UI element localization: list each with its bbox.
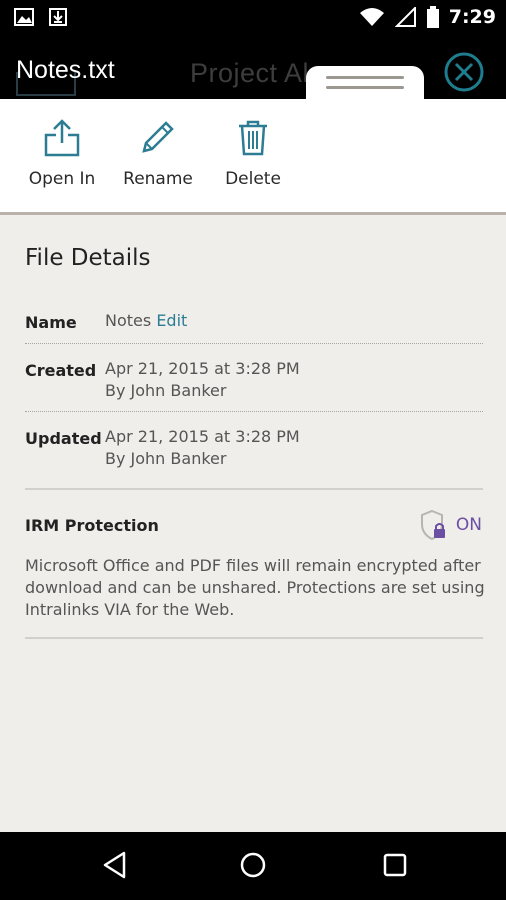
- updated-date: Apr 21, 2015 at 3:28 PM: [105, 427, 300, 446]
- file-title: Notes.txt: [16, 56, 115, 84]
- divider: [25, 411, 483, 412]
- navigation-bar: [0, 832, 506, 900]
- pencil-icon: [142, 121, 174, 153]
- created-by: By John Banker: [105, 381, 227, 400]
- divider: [25, 343, 483, 344]
- name-value: Notes: [105, 311, 152, 330]
- download-icon: [49, 8, 67, 26]
- battery-icon: [426, 6, 439, 28]
- signal-icon: [394, 7, 416, 27]
- background-title: Project Al: [190, 58, 310, 88]
- header: Project Al Notes.txt: [0, 36, 506, 100]
- irm-state-text: ON: [455, 515, 482, 535]
- handle-line: [326, 86, 404, 89]
- section-title: File Details: [25, 245, 151, 271]
- updated-value: Apr 21, 2015 at 3:28 PM By John Banker: [105, 426, 300, 470]
- share-upload-icon: [44, 119, 80, 157]
- created-date: Apr 21, 2015 at 3:28 PM: [105, 359, 300, 378]
- irm-label: IRM Protection: [25, 516, 159, 535]
- divider: [25, 637, 483, 639]
- divider: [25, 488, 483, 490]
- delete-button[interactable]: Delete: [205, 117, 301, 189]
- rename-button[interactable]: Rename: [110, 117, 206, 189]
- irm-description: Microsoft Office and PDF files will rema…: [25, 556, 485, 619]
- open-in-button[interactable]: Open In: [14, 117, 110, 189]
- trash-icon: [239, 120, 267, 156]
- name-value-row: Notes Edit: [105, 310, 187, 332]
- handle-line: [326, 76, 404, 79]
- status-bar: 7:29: [0, 0, 506, 36]
- wifi-icon: [359, 8, 384, 26]
- edit-name-link[interactable]: Edit: [156, 311, 187, 330]
- open-in-label: Open In: [28, 169, 96, 189]
- image-icon: [14, 8, 34, 26]
- rename-label: Rename: [123, 169, 193, 189]
- recents-icon[interactable]: [380, 850, 410, 880]
- irm-status: ON: [420, 509, 482, 541]
- updated-label: Updated: [25, 429, 102, 448]
- back-icon[interactable]: [100, 850, 130, 880]
- shield-lock-icon: [420, 509, 445, 541]
- status-time: 7:29: [448, 6, 496, 28]
- close-circle-icon[interactable]: [444, 52, 484, 92]
- home-icon[interactable]: [238, 850, 268, 880]
- created-label: Created: [25, 361, 97, 380]
- action-bar: Open In Rename Delete: [0, 99, 506, 215]
- name-label: Name: [25, 313, 77, 332]
- created-value: Apr 21, 2015 at 3:28 PM By John Banker: [105, 358, 300, 402]
- delete-label: Delete: [225, 169, 281, 189]
- updated-by: By John Banker: [105, 449, 227, 468]
- file-details-panel: File Details Name Notes Edit Created Apr…: [0, 215, 506, 832]
